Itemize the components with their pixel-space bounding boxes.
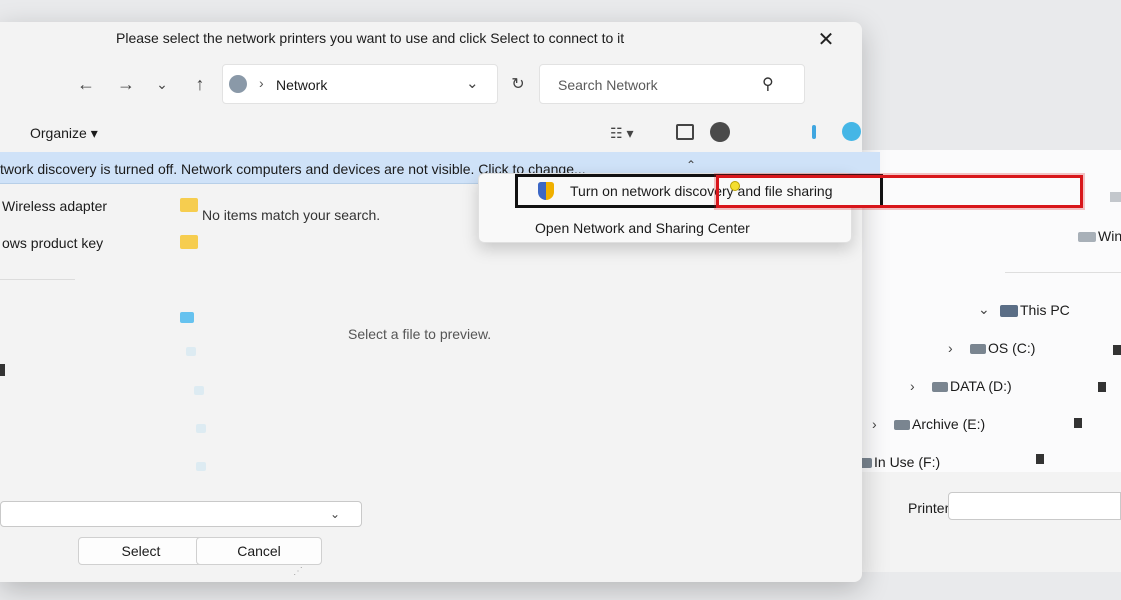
tree-item-this-pc-label: This PC [1020, 302, 1070, 318]
navigation-pane [0, 184, 140, 484]
background-item-label: Windo [1098, 228, 1121, 244]
chevron-right-icon[interactable]: › [872, 416, 877, 432]
close-icon[interactable]: ✕ [812, 25, 840, 53]
info-icon [812, 125, 816, 139]
tree-item-drive-e-label: Archive (E:) [912, 416, 986, 432]
tree-item-drive-f-label: In Use (F:) [874, 454, 941, 470]
scrollbar-mark [1113, 345, 1121, 355]
pc-icon [1000, 305, 1018, 318]
scrollbar-mark [1098, 382, 1106, 392]
cancel-button[interactable]: Cancel [196, 537, 322, 565]
refresh-icon[interactable]: ↻ [504, 70, 532, 98]
command-bar [0, 112, 862, 152]
up-arrow-icon[interactable]: ↑ [186, 70, 214, 98]
dialog-title: Please select the network printers you w… [116, 30, 625, 46]
background-window-right-pane [1005, 175, 1121, 475]
divider [0, 279, 75, 280]
background-item: Windo [1078, 228, 1121, 244]
help-icon[interactable] [710, 122, 730, 142]
search-input[interactable]: Search Network ⚲ [539, 64, 805, 104]
drive-icon [932, 382, 948, 393]
tree-item-drive-d-label: DATA (D:) [950, 378, 1012, 394]
folder-icon [180, 198, 198, 212]
drive-icon [196, 462, 206, 471]
preview-message: Select a file to preview. [348, 326, 492, 342]
back-arrow-icon[interactable]: ← [72, 70, 100, 98]
view-options-icon[interactable]: ☷ ▾ [610, 125, 633, 142]
organize-label: Organize [30, 125, 87, 141]
network-icon [229, 75, 247, 93]
scrollbar-thumb[interactable] [0, 364, 5, 376]
empty-results-message: No items match your search. [202, 207, 381, 223]
background-footer [862, 472, 1121, 572]
drive-icon [186, 347, 196, 356]
search-icon: ⚲ [762, 76, 774, 93]
tree-item-drive-c-label: OS (C:) [988, 340, 1036, 356]
forward-arrow-icon[interactable]: → [112, 70, 140, 98]
scrollbar-mark [1036, 454, 1044, 464]
drive-icon [894, 420, 910, 431]
background-icon [1110, 192, 1121, 202]
printer-input[interactable] [948, 492, 1121, 520]
select-button[interactable]: Select [78, 537, 204, 565]
breadcrumb-chevron-icon: › [259, 75, 264, 91]
folder-icon [180, 235, 198, 249]
preview-pane-icon[interactable] [676, 124, 694, 140]
chevron-right-icon[interactable]: › [910, 378, 915, 394]
printer-label: Printer [908, 500, 950, 516]
tree-item-drive-f[interactable]: In Use (F:) [856, 454, 940, 470]
drive-icon [970, 344, 986, 355]
chevron-down-icon[interactable]: ⌄ [330, 507, 340, 521]
tree-item-drive-c[interactable]: OS (C:) [970, 340, 1035, 356]
folder-icon [180, 312, 194, 323]
tree-item-drive-e[interactable]: Archive (E:) [894, 416, 985, 432]
address-dropdown-icon[interactable]: ⌄ [466, 74, 479, 92]
search-placeholder: Search Network [558, 77, 658, 93]
address-text: Network [276, 77, 328, 93]
nav-item-product-key[interactable]: ows product key [2, 235, 103, 251]
tree-item-drive-d[interactable]: DATA (D:) [932, 378, 1012, 394]
drive-icon [194, 386, 204, 395]
chevron-up-icon: ⌃ [686, 158, 697, 172]
scrollbar-mark [1074, 418, 1082, 428]
chevron-down-icon[interactable]: ⌄ [978, 301, 990, 318]
filename-input[interactable] [0, 501, 362, 527]
nav-item-wireless-adapter[interactable]: Wireless adapter [2, 198, 107, 214]
drive-icon [196, 424, 206, 433]
cursor-icon [730, 181, 740, 191]
uac-shield-icon [538, 182, 554, 200]
status-icon [842, 122, 861, 141]
chevron-right-icon[interactable]: › [948, 340, 953, 356]
menu-item-sharing-center[interactable]: Open Network and Sharing Center [535, 220, 750, 236]
divider [1005, 272, 1121, 273]
address-bar[interactable]: › Network ⌄ [222, 64, 498, 104]
resize-grip-icon[interactable]: ⋰ [293, 566, 303, 577]
chevron-down-icon[interactable]: ⌄ [148, 70, 176, 98]
organize-button[interactable]: Organize ▾ [30, 125, 98, 142]
tree-item-this-pc[interactable]: This PC [1000, 302, 1070, 318]
annotation-highlight [716, 175, 1083, 208]
